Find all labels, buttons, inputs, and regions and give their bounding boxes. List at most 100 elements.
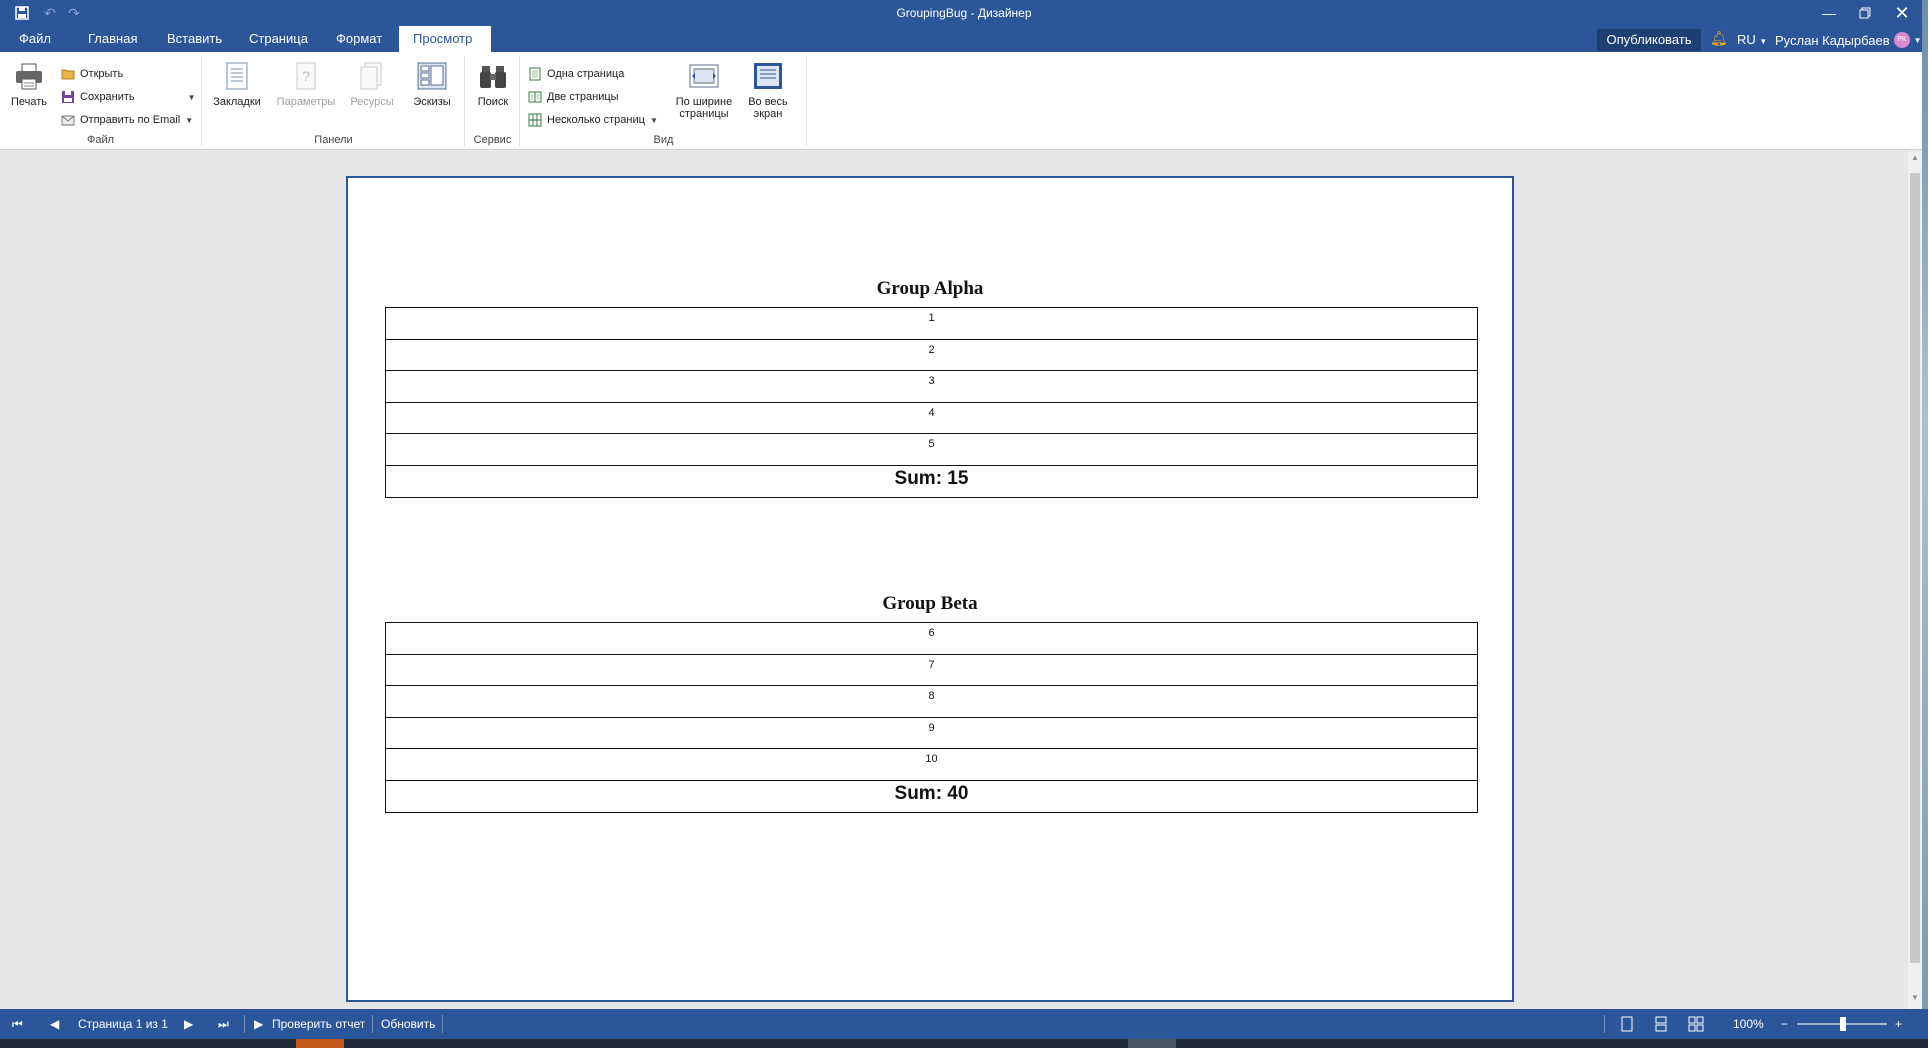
tab-format[interactable]: Формат <box>322 26 396 52</box>
full-screen-label-line2: экран <box>753 108 783 120</box>
os-taskbar <box>0 1039 1928 1048</box>
save-label: Сохранить <box>80 91 135 103</box>
tab-file[interactable]: Файл <box>5 26 65 52</box>
parameters-button[interactable]: ? Параметры <box>274 60 338 108</box>
last-page-icon[interactable]: ⏭ <box>218 1009 229 1039</box>
scroll-down-icon[interactable]: ▼ <box>1908 993 1922 1007</box>
minimize-icon[interactable]: — <box>1811 0 1847 26</box>
window-title: GroupingBug - Дизайнер <box>896 6 1032 20</box>
save-icon <box>61 90 75 104</box>
resources-button[interactable]: Ресурсы <box>343 60 401 108</box>
tab-insert[interactable]: Вставить <box>153 26 236 52</box>
bookmarks-label: Закладки <box>213 96 261 108</box>
restore-icon[interactable] <box>1847 0 1883 26</box>
ribbon-group-label: Панели <box>314 134 353 146</box>
search-label: Поиск <box>477 96 509 108</box>
bell-icon[interactable]: 🔔︎ <box>1710 30 1728 47</box>
zoom-out-icon[interactable]: − <box>1781 1009 1788 1039</box>
page-width-label-line2: страницы <box>679 108 729 120</box>
table-row: 3 <box>386 371 1477 403</box>
full-screen-icon <box>752 60 784 92</box>
ribbon-tabs: Файл Главная Вставить Страница Формат Пр… <box>0 26 1928 52</box>
table-row: 4 <box>386 403 1477 434</box>
table-row: 9 <box>386 718 1477 749</box>
play-icon[interactable]: ▶ <box>254 1009 263 1039</box>
printer-icon <box>13 60 45 92</box>
chevron-down-icon: ▼ <box>1759 37 1768 46</box>
multiple-pages-icon <box>528 113 542 127</box>
vertical-scrollbar[interactable]: ▲ ▼ <box>1908 151 1922 1009</box>
page-width-icon <box>688 60 720 92</box>
email-icon <box>61 113 75 127</box>
resources-icon <box>356 60 388 92</box>
single-page-icon <box>528 67 542 81</box>
table-row: 7 <box>386 655 1477 686</box>
full-screen-label-line1: Во весь <box>748 96 788 108</box>
full-screen-button[interactable]: Во весь экран <box>739 60 797 120</box>
ribbon-group-label: Сервис <box>473 134 512 146</box>
svg-text:?: ? <box>302 68 310 84</box>
user-menu[interactable]: Руслан Кадырбаев РК ▼ <box>1775 32 1922 48</box>
single-page-view-icon[interactable] <box>1620 1009 1634 1039</box>
one-page-label: Одна страница <box>547 68 625 80</box>
language-selector[interactable]: RU ▼ <box>1737 32 1767 47</box>
tab-home[interactable]: Главная <box>74 26 151 52</box>
multiple-pages-label: Несколько страниц <box>547 114 645 126</box>
check-report-button[interactable]: Проверить отчет <box>272 1009 365 1039</box>
desktop-background-strip <box>1922 0 1928 1048</box>
scroll-up-icon[interactable]: ▲ <box>1908 153 1922 167</box>
print-label: Печать <box>10 96 48 108</box>
page-width-button[interactable]: По ширине страницы <box>672 60 736 120</box>
open-label: Открыть <box>80 68 124 80</box>
tab-page[interactable]: Страница <box>235 26 322 52</box>
zoom-in-icon[interactable]: + <box>1895 1009 1902 1039</box>
ribbon-group-view: Одна страница Две страницы Несколько стр… <box>521 56 807 146</box>
bookmarks-icon <box>221 60 253 92</box>
previous-page-icon[interactable]: ◀ <box>50 1009 59 1039</box>
scrollbar-thumb[interactable] <box>1910 173 1920 963</box>
send-email-button[interactable]: Отправить по Email ▼ <box>61 110 193 130</box>
multi-page-view-icon[interactable] <box>1688 1009 1704 1039</box>
print-button[interactable]: Печать <box>0 60 58 108</box>
group-title: Group Beta <box>882 593 978 614</box>
continuous-view-icon[interactable] <box>1654 1009 1668 1039</box>
search-button[interactable]: Поиск <box>464 60 522 108</box>
close-icon[interactable]: ✕ <box>1884 0 1920 26</box>
ribbon-group-service: Поиск Сервис <box>466 56 520 146</box>
multiple-pages-button[interactable]: Несколько страниц ▼ <box>528 110 658 130</box>
sum-row: Sum: 15 <box>894 467 969 489</box>
sum-row: Sum: 40 <box>894 782 969 804</box>
refresh-button[interactable]: Обновить <box>381 1009 435 1039</box>
save-as-button[interactable]: Сохранить ▼ <box>61 87 196 107</box>
chevron-down-icon: ▼ <box>1913 35 1922 45</box>
next-page-icon[interactable]: ▶ <box>184 1009 193 1039</box>
chevron-down-icon[interactable]: ▼ <box>650 116 658 125</box>
page-indicator[interactable]: Страница 1 из 1 <box>78 1009 168 1039</box>
thumbnails-button[interactable]: Эскизы <box>403 60 461 108</box>
ribbon-group-panels: Закладки ? Параметры Ресурсы Эскизы Пане… <box>203 56 465 146</box>
folder-icon <box>61 67 75 81</box>
zoom-slider-thumb[interactable] <box>1840 1017 1846 1031</box>
divider <box>442 1015 443 1033</box>
first-page-icon[interactable]: ⏮ <box>12 1009 23 1039</box>
table-row: 8 <box>386 686 1477 718</box>
divider <box>1604 1015 1605 1033</box>
open-button[interactable]: Открыть <box>61 64 123 84</box>
chevron-down-icon[interactable]: ▼ <box>188 93 196 102</box>
group-title: Group Alpha <box>876 278 984 299</box>
group-table: 6 7 8 9 10 Sum: 40 <box>385 622 1478 813</box>
ribbon: Печать Открыть Сохранить ▼ Отправить по … <box>0 52 1928 150</box>
resources-label: Ресурсы <box>350 96 394 108</box>
two-pages-button[interactable]: Две страницы <box>528 87 619 107</box>
bookmarks-button[interactable]: Закладки <box>208 60 266 108</box>
one-page-button[interactable]: Одна страница <box>528 64 624 84</box>
avatar: РК <box>1893 32 1910 48</box>
table-row: 1 <box>386 308 1477 340</box>
tab-view[interactable]: Просмотр <box>399 26 491 52</box>
binoculars-icon <box>477 60 509 92</box>
publish-button[interactable]: Опубликовать <box>1597 29 1701 51</box>
send-email-label: Отправить по Email <box>80 114 181 126</box>
ribbon-group-label: Файл <box>86 134 115 146</box>
chevron-down-icon[interactable]: ▼ <box>185 116 193 125</box>
thumbnails-label: Эскизы <box>413 96 451 108</box>
